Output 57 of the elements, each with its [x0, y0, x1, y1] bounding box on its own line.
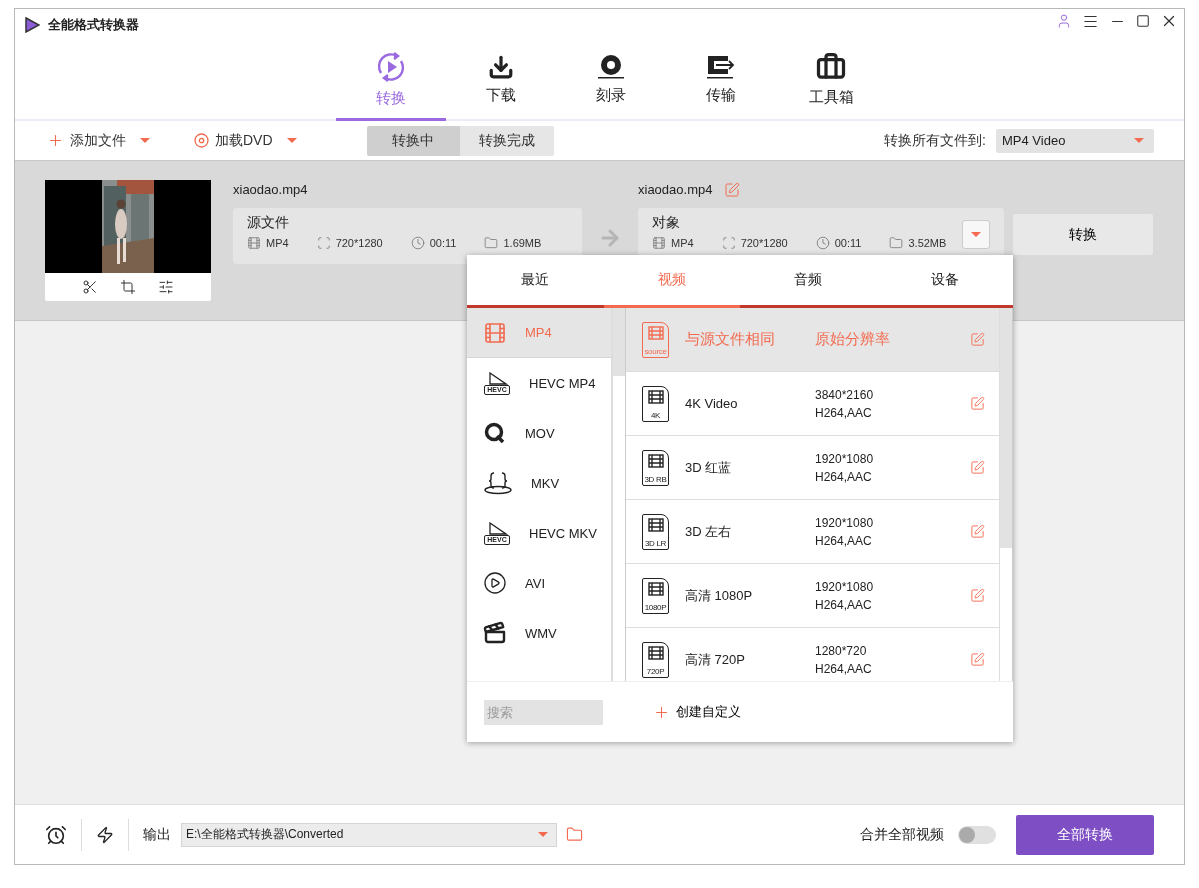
source-label: 源文件 [247, 214, 290, 232]
resolution-text: 720*1280 [335, 237, 383, 249]
video-file-icon: 4K [642, 385, 669, 422]
preset-detail: 3840*2160 [815, 387, 875, 402]
create-custom-button[interactable]: 创建自定义 [653, 703, 741, 721]
preset-detail: H264,AAC [815, 533, 873, 548]
nav-tab[interactable]: 转换 [336, 41, 446, 121]
preset-name: 高清 720P [685, 650, 746, 669]
preset-detail: H264,AAC [815, 661, 873, 676]
preset-detail: H264,AAC [815, 469, 873, 484]
video-file-icon: 720P [642, 641, 669, 678]
nav-tab[interactable]: 刻录 [556, 41, 666, 121]
load-dvd-button[interactable]: 加载DVD [194, 131, 273, 150]
preset-name: 与源文件相同 [685, 330, 776, 349]
window-title: 全能格式转换器 [48, 16, 140, 34]
format-select[interactable]: MP4 Video [996, 128, 1154, 153]
convert-all-button[interactable]: 全部转换 [1016, 814, 1154, 855]
format-text: MP4 [671, 237, 694, 249]
preset-detail: 原始分辨率 [815, 330, 891, 349]
status-tab[interactable]: 转换完成 [459, 125, 554, 156]
format-text: MP4 [266, 237, 289, 249]
size-text: 1.69MB [503, 237, 542, 249]
preset-detail: 1920*1080 [815, 451, 875, 466]
duration-text: 00:11 [834, 237, 862, 249]
preset-detail: 1280*720 [815, 643, 868, 658]
preset-name: 3D 红蓝 [685, 458, 733, 477]
size-text: 3.52MB [908, 237, 947, 249]
resolution-text: 720*1280 [740, 237, 788, 249]
video-file-icon: 1080P [642, 577, 669, 614]
format-tab[interactable]: 音频 [740, 255, 877, 308]
format-tab[interactable]: 设备 [876, 255, 1013, 308]
format-tab[interactable]: 最近 [467, 255, 604, 308]
video-file-icon: 3D RB [642, 449, 669, 486]
preset-name: 高清 1080P [685, 586, 754, 605]
status-tab[interactable]: 转换中 [366, 125, 460, 156]
preset-detail: H264,AAC [815, 597, 873, 612]
output-label: 输出 [143, 825, 171, 844]
video-file-icon: 3D LR [642, 513, 669, 550]
merge-label: 合并全部视频 [860, 825, 944, 844]
convert-all-label: 转换所有文件到: [884, 131, 986, 150]
preset-name: 3D 左右 [685, 522, 733, 541]
preset-name: 4K Video [685, 396, 739, 411]
nav-tab[interactable]: 传输 [666, 41, 776, 121]
nav-tab[interactable]: 工具箱 [776, 41, 886, 121]
video-file-icon: source [642, 321, 669, 358]
target-label: 对象 [652, 214, 681, 232]
convert-button[interactable]: 转换 [1013, 214, 1153, 255]
duration-text: 00:11 [429, 237, 457, 249]
search-field[interactable]: 搜索 [484, 699, 603, 725]
source-file-name: xiaodao.mp4 [233, 181, 309, 199]
preset-detail: 1920*1080 [815, 579, 875, 594]
output-path-field[interactable]: E:\全能格式转换器\Converted [181, 822, 557, 847]
preset-detail: 1920*1080 [815, 515, 875, 530]
add-file-button[interactable]: 添加文件 [47, 131, 126, 150]
nav-tab[interactable]: 下载 [446, 41, 556, 121]
target-file-name: xiaodao.mp4 [638, 181, 713, 199]
preset-detail: H264,AAC [815, 405, 873, 420]
